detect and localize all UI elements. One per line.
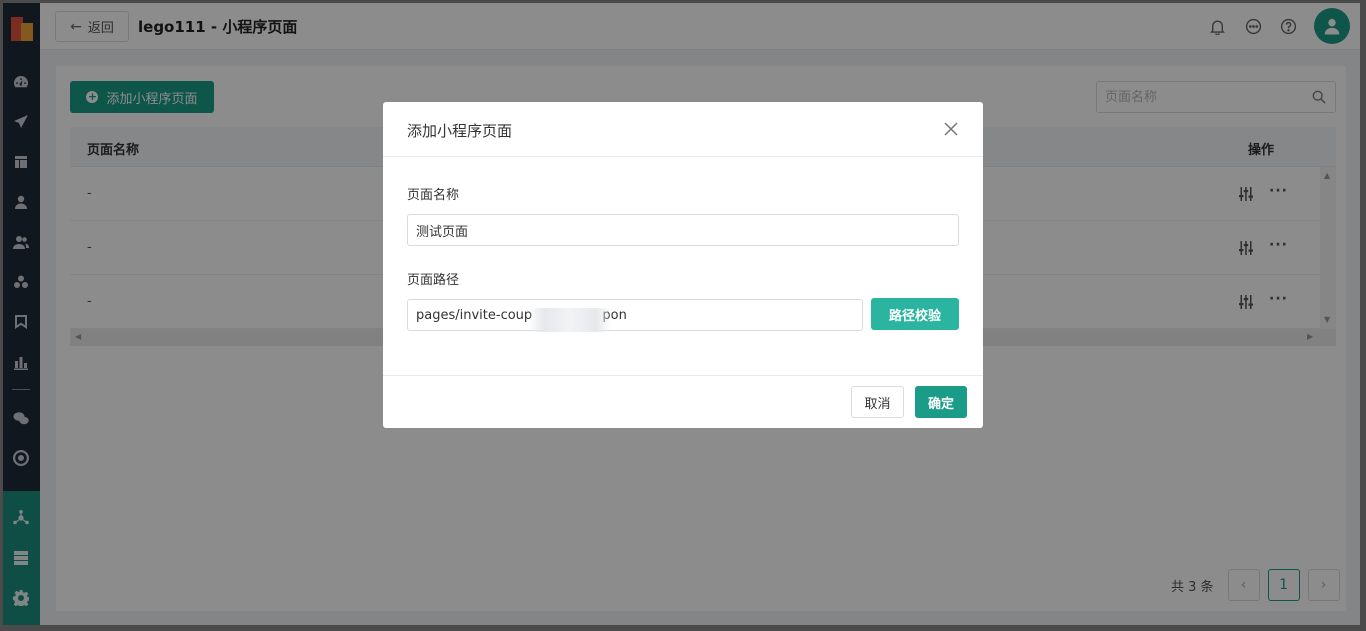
cancel-button[interactable]: 取消 [851, 386, 904, 418]
page-name-input[interactable] [407, 214, 959, 246]
confirm-button[interactable]: 确定 [915, 386, 967, 418]
verify-path-button[interactable]: 路径校验 [871, 298, 959, 330]
app-window: ← 返回 lego111 - 小程序页面 + 添加小程序页面 页面名称 页面名称… [3, 3, 1360, 625]
add-page-dialog: 添加小程序页面 页面名称 页面路径 路径校验 取消 确定 [383, 102, 983, 428]
dialog-footer: 取消 确定 [383, 375, 983, 428]
redacted-blur [528, 308, 612, 332]
page-name-label: 页面名称 [407, 188, 460, 203]
page-path-input[interactable] [407, 299, 863, 331]
dialog-title: 添加小程序页面 [407, 122, 513, 140]
dialog-header: 添加小程序页面 [383, 102, 983, 157]
page-path-label: 页面路径 [407, 273, 460, 288]
close-icon[interactable] [943, 121, 959, 137]
